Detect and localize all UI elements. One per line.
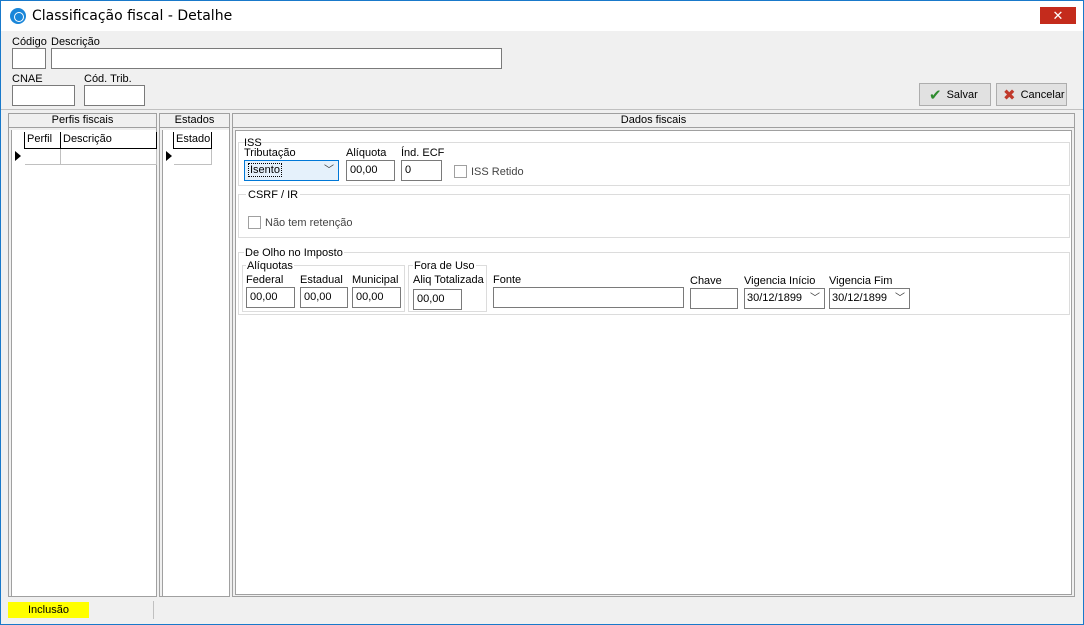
perfis-col-descricao[interactable]: Descrição [61,132,157,149]
window-title: Classificação fiscal - Detalhe [32,8,233,24]
nao-tem-retencao-label: Não tem retenção [265,217,353,229]
perfis-fiscais-title: Perfis fiscais [9,114,156,128]
fonte-label: Fonte [493,274,522,286]
csrf-ir-group [238,194,1070,238]
cnae-field[interactable] [12,85,75,106]
vigencia-fim-value: 30/12/1899 [832,292,888,304]
perfis-cell-descricao[interactable] [61,149,157,165]
aliquota-label: Alíquota [346,147,387,159]
close-button[interactable]: ✕ [1040,7,1076,24]
cancelar-button-label: Cancelar [1020,88,1065,101]
estados-panel: Estados Estado [159,113,230,597]
aliquota-field[interactable]: 00,00 [346,160,395,181]
perfis-grid[interactable]: Perfil Descrição [11,130,157,596]
cancel-x-icon: ✖ [1003,86,1016,104]
estados-col-estado[interactable]: Estado [174,132,212,149]
municipal-label: Municipal [352,274,399,286]
csrf-ir-group-label: CSRF / IR [246,189,301,201]
status-mode-badge: Inclusão [8,602,89,618]
status-separator [153,601,154,619]
aliq-totalizada-label: Aliq Totalizada [413,274,484,286]
perfis-indicator-header [12,132,25,149]
main-window: Classificação fiscal - Detalhe ✕ Código … [0,0,1084,625]
estados-title: Estados [160,114,229,128]
cnae-label: CNAE [12,73,43,85]
estadual-label: Estadual [300,274,343,286]
estados-cell-estado[interactable] [174,149,212,165]
vigencia-fim-label: Vigencia Fim [829,275,893,287]
nao-tem-retencao-checkbox[interactable] [248,216,261,229]
row-indicator-icon [166,151,172,161]
ind-ecf-field[interactable]: 0 [401,160,442,181]
estados-indicator-header [163,132,174,149]
municipal-field[interactable]: 00,00 [352,287,401,308]
perfis-fiscais-panel: Perfis fiscais Perfil Descrição [8,113,157,597]
aliquotas-label: Alíquotas [246,260,294,272]
vigencia-inicio-label: Vigencia Início [744,275,816,287]
fonte-field[interactable] [493,287,684,308]
salvar-button-label: Salvar [946,88,978,101]
chevron-down-icon: ﹀ [895,293,905,304]
vigencia-inicio-picker[interactable]: 30/12/1899 ﹀ [744,288,825,309]
cod-trib-field[interactable] [84,85,145,106]
tributacao-value: Isento [248,163,282,177]
title-bar: Classificação fiscal - Detalhe ✕ [1,1,1083,31]
estados-grid[interactable]: Estado [162,130,229,596]
estadual-field[interactable]: 00,00 [300,287,348,308]
perfis-cell-perfil[interactable] [25,149,61,165]
checkmark-icon: ✔ [929,86,942,104]
header-divider [1,109,1083,110]
chevron-down-icon: ﹀ [324,165,334,176]
ind-ecf-label: Índ. ECF [401,147,445,159]
chave-label: Chave [690,275,722,287]
chevron-down-icon: ﹀ [810,293,820,304]
tributacao-label: Tributação [244,147,296,159]
dados-fiscais-title: Dados fiscais [233,114,1074,128]
aliq-totalizada-field[interactable]: 00,00 [413,289,462,310]
status-bar: Inclusão [1,599,1083,624]
tributacao-select[interactable]: Isento ﹀ [244,160,339,181]
cod-trib-label: Cód. Trib. [84,73,132,85]
row-indicator-icon [15,151,21,161]
iss-retido-label: ISS Retido [471,166,524,178]
chave-field[interactable] [690,288,738,309]
fora-de-uso-label: Fora de Uso [413,260,476,272]
descricao-field[interactable] [51,48,502,69]
app-icon [10,8,26,24]
codigo-field[interactable] [12,48,46,69]
codigo-label: Código [12,36,47,48]
vigencia-inicio-value: 30/12/1899 [747,292,803,304]
federal-field[interactable]: 00,00 [246,287,295,308]
federal-label: Federal [246,274,284,286]
vigencia-fim-picker[interactable]: 30/12/1899 ﹀ [829,288,910,309]
salvar-button[interactable]: ✔ Salvar [919,83,991,106]
descricao-label: Descrição [51,36,100,48]
iss-retido-checkbox[interactable] [454,165,467,178]
de-olho-imposto-label: De Olho no Imposto [244,247,344,259]
cancelar-button[interactable]: ✖ Cancelar [996,83,1067,106]
perfis-col-perfil[interactable]: Perfil [25,132,61,149]
